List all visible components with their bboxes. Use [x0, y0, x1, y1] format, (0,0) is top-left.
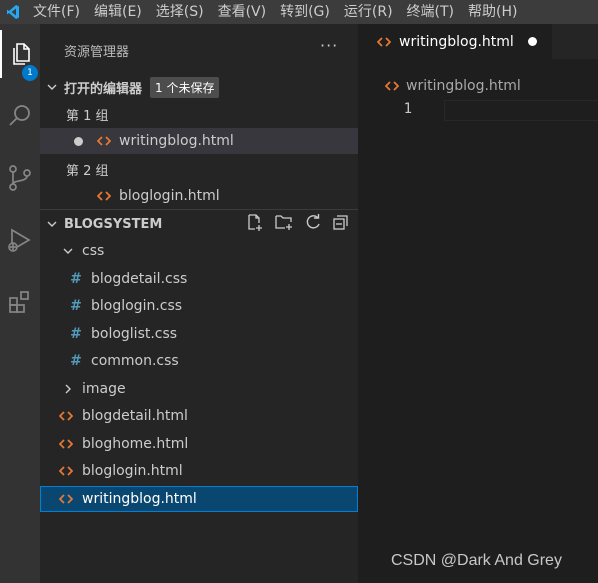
tab-writingblog[interactable]: writingblog.html: [358, 24, 552, 59]
menu-view[interactable]: 查看(V): [211, 0, 274, 24]
folder-name: css: [82, 243, 105, 259]
html-file-icon: [94, 135, 114, 147]
group-label: 第 2 组: [66, 163, 109, 179]
file-name: bloglogin.html: [82, 463, 183, 479]
html-file-icon: [56, 465, 76, 477]
file-item[interactable]: bloglogin.html: [40, 458, 358, 484]
html-file-icon: [56, 493, 76, 505]
open-editor-item[interactable]: writingblog.html: [40, 128, 358, 154]
folder-css[interactable]: css: [40, 238, 358, 264]
line-number: 1: [403, 101, 412, 117]
menu-help[interactable]: 帮助(H): [461, 0, 524, 24]
file-item-selected[interactable]: writingblog.html: [40, 486, 358, 512]
file-name: blogdetail.css: [91, 271, 188, 287]
html-file-icon: [382, 80, 402, 92]
open-editors-label: 打开的编辑器: [64, 81, 143, 97]
file-item[interactable]: blogdetail.html: [40, 403, 358, 429]
chevron-down-icon: [60, 243, 76, 259]
file-name: bloglogin.css: [91, 298, 183, 314]
editor-group-2: 第 2 组: [40, 156, 358, 182]
explorer-actions: [246, 213, 350, 235]
html-file-icon: [56, 438, 76, 450]
editor-tabs: writingblog.html: [358, 24, 598, 59]
file-name: common.css: [91, 353, 179, 369]
unsaved-dot-icon[interactable]: [74, 136, 88, 146]
html-file-icon: [56, 410, 76, 422]
run-debug-icon[interactable]: [0, 216, 40, 264]
file-name: writingblog.html: [119, 133, 234, 149]
file-name: bloglogin.html: [119, 188, 220, 204]
html-file-icon: [94, 190, 114, 202]
chevron-down-icon: [44, 79, 60, 95]
section-divider: [40, 209, 358, 210]
chevron-right-icon: [60, 381, 76, 397]
html-file-icon: [374, 36, 394, 48]
new-folder-icon[interactable]: [274, 213, 294, 235]
more-actions-icon[interactable]: ···: [320, 36, 338, 55]
file-name: bloghome.html: [82, 436, 189, 452]
file-name: blogdetail.html: [82, 408, 188, 424]
css-file-icon: #: [70, 326, 82, 342]
explorer-badge: 1: [22, 65, 38, 81]
menu-file[interactable]: 文件(F): [26, 0, 87, 24]
menu-go[interactable]: 转到(G): [273, 0, 337, 24]
css-file-icon: #: [70, 298, 82, 314]
explorer-icon[interactable]: 1: [0, 30, 40, 81]
css-file-icon: #: [70, 271, 82, 287]
collapse-all-icon[interactable]: [332, 213, 350, 235]
extensions-icon[interactable]: [0, 278, 40, 326]
file-item[interactable]: # common.css: [40, 348, 358, 374]
sidebar-title: 资源管理器: [64, 45, 130, 60]
file-name: writingblog.html: [82, 491, 197, 507]
tab-label: writingblog.html: [399, 33, 514, 50]
search-icon[interactable]: [0, 92, 40, 140]
file-item[interactable]: bloghome.html: [40, 431, 358, 457]
activity-bar: 1: [0, 24, 40, 583]
vscode-logo-icon: [0, 0, 26, 24]
workspace-label: BLOGSYSTEM: [64, 216, 163, 232]
file-item[interactable]: # bologlist.css: [40, 321, 358, 347]
watermark: CSDN @Dark And Grey: [391, 552, 562, 569]
chevron-down-icon: [44, 216, 60, 232]
file-item[interactable]: # bloglogin.css: [40, 293, 358, 319]
menu-bar: 文件(F) 编辑(E) 选择(S) 查看(V) 转到(G) 运行(R) 终端(T…: [0, 0, 598, 24]
editor-group-1: 第 1 组: [40, 101, 358, 127]
workspace-header[interactable]: BLOGSYSTEM: [40, 212, 358, 236]
refresh-icon[interactable]: [304, 213, 322, 235]
new-file-icon[interactable]: [246, 213, 264, 235]
file-name: bologlist.css: [91, 326, 178, 342]
group-label: 第 1 组: [66, 108, 109, 124]
explorer-sidebar: 资源管理器 ··· 打开的编辑器 1 个未保存 第 1 组 writingblo…: [40, 24, 358, 583]
css-file-icon: #: [70, 353, 82, 369]
menu-selection[interactable]: 选择(S): [149, 0, 211, 24]
file-item[interactable]: # blogdetail.css: [40, 266, 358, 292]
current-line-highlight[interactable]: [444, 100, 598, 121]
open-editors-header[interactable]: 打开的编辑器 1 个未保存: [40, 75, 358, 99]
open-editor-item[interactable]: bloglogin.html: [40, 183, 358, 209]
breadcrumb-file[interactable]: writingblog.html: [406, 78, 521, 94]
menu-terminal[interactable]: 终端(T): [400, 0, 461, 24]
source-control-icon[interactable]: [0, 154, 40, 202]
unsaved-dot-icon[interactable]: [527, 37, 537, 46]
breadcrumb: writingblog.html: [358, 75, 521, 97]
menu-run[interactable]: 运行(R): [337, 0, 400, 24]
folder-name: image: [82, 381, 126, 397]
unsaved-badge: 1 个未保存: [150, 76, 220, 98]
menu-edit[interactable]: 编辑(E): [87, 0, 149, 24]
folder-image[interactable]: image: [40, 376, 358, 402]
